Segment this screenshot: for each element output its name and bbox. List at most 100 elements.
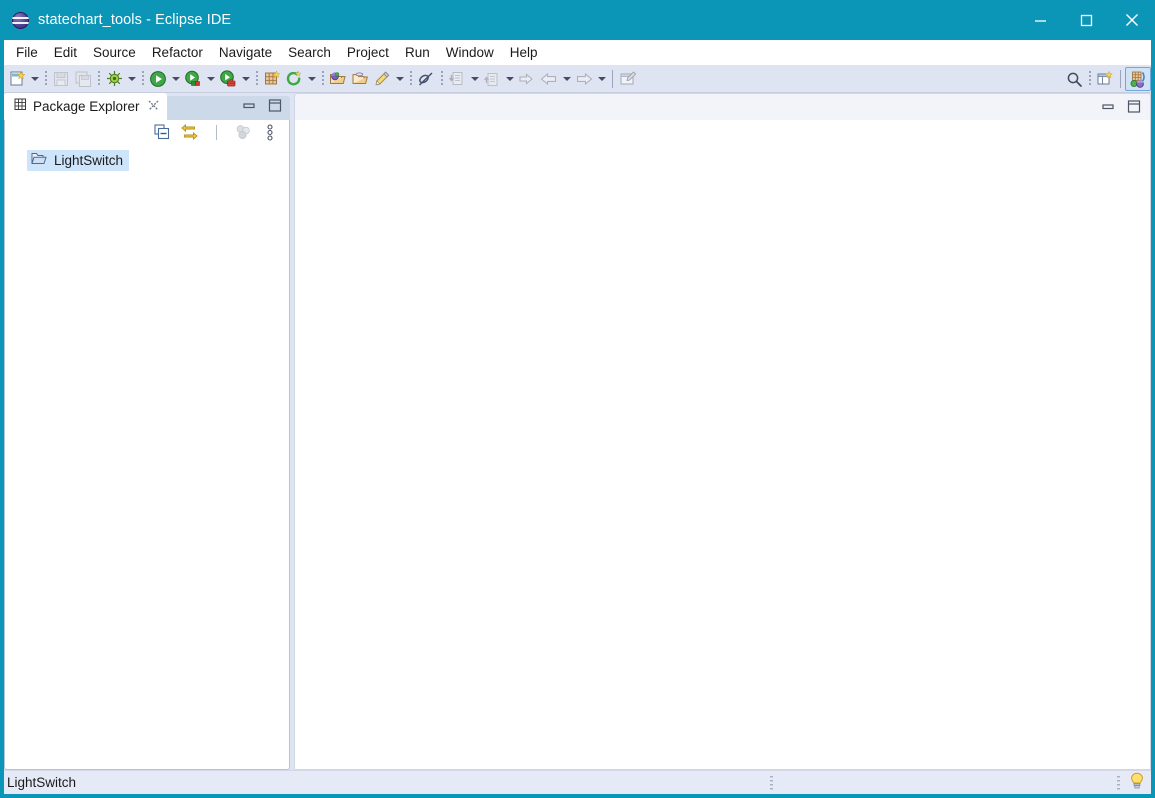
toolbar-separator [406, 67, 415, 91]
tab-package-explorer[interactable]: Package Explorer [4, 93, 167, 120]
lightbulb-tip-icon[interactable] [1129, 772, 1145, 795]
toolbar-divider [608, 67, 617, 91]
menu-item-project[interactable]: Project [339, 43, 397, 62]
editor-area [294, 93, 1155, 770]
menu-item-search[interactable]: Search [280, 43, 339, 62]
editor-canvas[interactable] [294, 120, 1151, 770]
package-explorer-tab-row: Package Explorer [4, 93, 290, 120]
open-type-icon[interactable] [327, 67, 349, 91]
editor-part-buttons [1101, 100, 1141, 118]
chevron-down-icon [560, 67, 573, 91]
new-package-icon[interactable] [261, 67, 283, 91]
java-perspective-icon[interactable] [1125, 67, 1151, 91]
status-bar: LightSwitch [4, 770, 1151, 794]
view-toolbar-divider [207, 123, 225, 141]
chevron-down-icon [503, 67, 516, 91]
menu-item-edit[interactable]: Edit [46, 43, 85, 62]
drag-handle-icon[interactable] [770, 776, 773, 790]
chevron-down-icon [595, 67, 608, 91]
new-editor-icon[interactable] [617, 67, 639, 91]
skip-breakpoints-icon[interactable] [415, 67, 437, 91]
chevron-down-icon[interactable] [28, 67, 41, 91]
window-controls [1017, 0, 1155, 40]
focus-active-task-icon [234, 123, 252, 141]
eclipse-logo-icon [12, 11, 29, 29]
chevron-down-icon[interactable] [239, 67, 252, 91]
toolbar-separator [138, 67, 147, 91]
maximize-icon[interactable] [1063, 0, 1109, 40]
debug-bug-icon[interactable] [103, 67, 125, 91]
toolbar-separator [1085, 67, 1094, 91]
menu-item-file[interactable]: File [8, 43, 46, 62]
toolbar-separator [437, 67, 446, 91]
toolbar-divider [1116, 67, 1125, 91]
menu-item-window[interactable]: Window [438, 43, 502, 62]
editor-tab-row [294, 93, 1151, 120]
minimize-view-icon[interactable] [242, 99, 256, 117]
window-frame-bottom [0, 794, 1155, 798]
title-bar: statechart_tools - Eclipse IDE [0, 0, 1155, 40]
open-folder-icon[interactable] [349, 67, 371, 91]
toolbar-right-items [1063, 65, 1151, 93]
eclipse-window: statechart_tools - Eclipse IDE File Edit… [0, 0, 1155, 798]
status-bar-right [1117, 771, 1145, 795]
toolbar-separator [252, 67, 261, 91]
workbench-body: Package Explorer LightSwitch [0, 93, 1155, 770]
title-bar-left: statechart_tools - Eclipse IDE [0, 11, 232, 29]
package-explorer-tree[interactable]: LightSwitch [4, 144, 290, 770]
chevron-down-icon[interactable] [169, 67, 182, 91]
menu-item-navigate[interactable]: Navigate [211, 43, 280, 62]
chevron-down-icon[interactable] [393, 67, 406, 91]
package-explorer-view: Package Explorer LightSwitch [4, 93, 290, 770]
last-edit-icon [516, 67, 538, 91]
package-explorer-icon [14, 98, 27, 116]
window-frame-right [1151, 40, 1155, 798]
window-title: statechart_tools - Eclipse IDE [38, 12, 232, 28]
previous-annotation-icon [481, 67, 503, 91]
run-server-icon[interactable] [182, 67, 204, 91]
menu-item-source[interactable]: Source [85, 43, 144, 62]
chevron-down-icon[interactable] [305, 67, 318, 91]
collapse-all-icon[interactable] [153, 123, 171, 141]
open-project-folder-icon [31, 151, 47, 170]
refresh-circle-icon[interactable] [283, 67, 305, 91]
minimize-view-icon[interactable] [1101, 100, 1115, 118]
toolbar-separator [318, 67, 327, 91]
main-toolbar [0, 65, 1155, 93]
toolbar-items [0, 67, 639, 91]
menu-item-help[interactable]: Help [502, 43, 546, 62]
status-message: LightSwitch [7, 775, 77, 790]
drag-handle-icon[interactable] [1117, 776, 1120, 790]
package-explorer-tab-label: Package Explorer [33, 99, 140, 114]
view-menu-icon[interactable] [261, 123, 279, 141]
chevron-down-icon [468, 67, 481, 91]
maximize-view-icon[interactable] [268, 99, 282, 117]
search-icon[interactable] [1063, 67, 1085, 91]
menu-bar: File Edit Source Refactor Navigate Searc… [0, 40, 1155, 65]
menu-item-run[interactable]: Run [397, 43, 438, 62]
forward-arrow-icon [573, 67, 595, 91]
new-file-icon[interactable] [6, 67, 28, 91]
save-all-icon [72, 67, 94, 91]
link-with-editor-icon[interactable] [180, 123, 198, 141]
chevron-down-icon[interactable] [125, 67, 138, 91]
tree-item-lightswitch[interactable]: LightSwitch [27, 150, 130, 171]
next-annotation-icon [446, 67, 468, 91]
toolbar-separator [41, 67, 50, 91]
package-explorer-view-toolbar [4, 120, 290, 144]
save-icon [50, 67, 72, 91]
window-frame-left [0, 40, 4, 798]
close-icon[interactable] [1109, 0, 1155, 40]
maximize-view-icon[interactable] [1127, 100, 1141, 118]
minimize-icon[interactable] [1017, 0, 1063, 40]
close-tab-icon[interactable] [148, 100, 159, 113]
package-explorer-part-buttons [242, 99, 282, 117]
toolbar-separator [94, 67, 103, 91]
pencil-marker-icon[interactable] [371, 67, 393, 91]
run-coverage-icon[interactable] [217, 67, 239, 91]
run-play-icon[interactable] [147, 67, 169, 91]
menu-item-refactor[interactable]: Refactor [144, 43, 211, 62]
open-perspective-icon[interactable] [1094, 67, 1116, 91]
back-arrow-icon [538, 67, 560, 91]
chevron-down-icon[interactable] [204, 67, 217, 91]
